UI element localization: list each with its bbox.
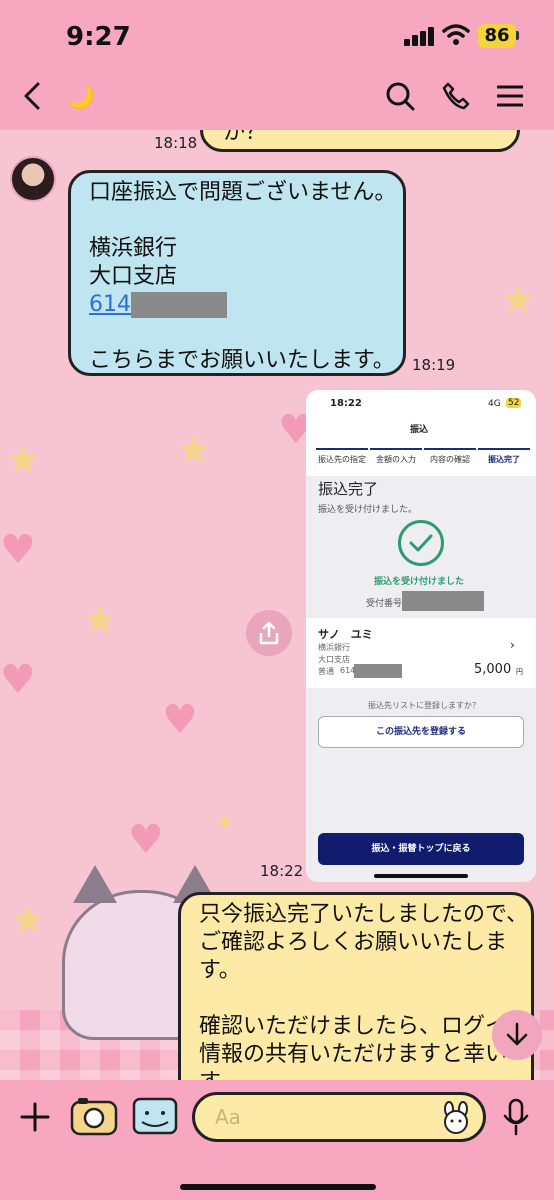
redaction — [354, 664, 402, 678]
search-button[interactable] — [382, 78, 418, 114]
heart-decoration: ♥ — [162, 697, 198, 743]
wifi-icon — [442, 24, 470, 45]
scroll-down-button[interactable] — [492, 1010, 542, 1060]
search-icon — [386, 82, 415, 111]
input-placeholder: Aa — [215, 1105, 241, 1129]
screenshot-home-indicator — [374, 874, 468, 878]
status-time: 9:27 — [66, 22, 131, 52]
sent-message-partial[interactable]: か？ — [200, 130, 520, 152]
input-bar: Aa — [0, 1080, 554, 1200]
received-message[interactable]: 口座振込で問題ございません。 横浜銀行 大口支店 614 こちらまでお願いいたし… — [68, 170, 406, 376]
amount-currency: 円 — [516, 668, 523, 676]
screenshot-subheading: 振込を受け付けました。 — [318, 505, 418, 515]
payee-bank: 横浜銀行 — [318, 643, 350, 652]
back-to-top-button: 振込・振替トップに戻る — [318, 833, 524, 865]
contact-name[interactable]: 🌙 — [62, 78, 98, 114]
call-button[interactable] — [438, 78, 474, 114]
message-line: こちらまでお願いいたします。 — [89, 348, 395, 373]
battery-tip — [516, 31, 519, 40]
message-line: す。 — [199, 958, 241, 983]
message-time: 18:22 — [260, 862, 304, 880]
check-icon — [409, 534, 433, 552]
redaction — [402, 591, 484, 611]
sent-message[interactable]: 只今振込完了いたしましたので、 ご確認よろしくお願いいたしま す。 確認いただけ… — [178, 892, 534, 1080]
message-line: ご確認よろしくお願いいたしま — [199, 930, 508, 955]
back-icon — [24, 82, 40, 110]
register-payee-button: この振込先を登録する — [318, 716, 524, 748]
image-icon[interactable] — [132, 1096, 178, 1136]
payee-account-type: 普通 — [318, 667, 334, 676]
payee-name: サノ ユミ — [318, 628, 373, 641]
payee-card: サノ ユミ 横浜銀行 大口支店 普通 614 › 5,000 円 — [306, 618, 536, 688]
message-line: 口座振込で問題ございません。 — [89, 180, 397, 205]
menu-icon — [497, 85, 523, 107]
screenshot-tab-active: 振込完了 — [478, 448, 530, 470]
avatar[interactable] — [10, 156, 56, 202]
account-number-row: 614 — [89, 291, 385, 319]
screenshot-tab: 振込先の指定 — [316, 448, 368, 470]
star-decoration: ★ — [500, 277, 536, 323]
sticker-icon[interactable] — [439, 1101, 473, 1135]
redaction — [131, 292, 227, 318]
chat-area[interactable]: ★ ★ ★ ♥ ♥ ♥ ♥ ♥ ★ ★ ✦ ✦ か？ 18:18 口座振込で問題… — [0, 130, 554, 1080]
screenshot-heading: 振込完了 — [318, 480, 379, 498]
heart-decoration: ♥ — [0, 657, 36, 703]
star-decoration: ★ — [82, 597, 118, 643]
receipt-label: 受付番号 — [366, 599, 403, 609]
success-circle — [398, 520, 444, 566]
message-line: 大口支店 — [89, 264, 178, 289]
message-time: 18:18 — [154, 134, 198, 152]
top-bar: 9:27 86 🌙 — [0, 0, 554, 130]
screenshot-network: 4G — [488, 399, 501, 409]
accepted-text: 振込を受け付けました — [374, 577, 465, 587]
star-decoration: ★ — [10, 897, 46, 943]
message-line — [89, 319, 385, 347]
message-line — [89, 207, 385, 235]
signal-icon — [404, 26, 436, 46]
mic-icon[interactable] — [502, 1098, 530, 1136]
screenshot-tab: 内容の確認 — [424, 448, 476, 470]
message-time: 18:19 — [412, 356, 456, 374]
camera-icon[interactable] — [70, 1096, 118, 1136]
message-line: 確認いただけましたら、ログイ — [199, 1014, 508, 1039]
plus-icon[interactable] — [20, 1102, 50, 1132]
home-indicator[interactable] — [180, 1184, 376, 1190]
message-line: 只今振込完了いたしましたので、 — [199, 902, 529, 927]
star-decoration: ★ — [176, 427, 212, 473]
register-prompt: 振込先リストに登録しますか？ — [368, 701, 480, 710]
screenshot-title: 振込 — [410, 425, 429, 435]
sparkle-decoration: ✦ — [214, 808, 236, 838]
star-decoration: ★ — [5, 437, 41, 483]
screenshot-battery: 52 — [506, 398, 522, 408]
message-line — [199, 985, 513, 1013]
transfer-amount: 5,000 — [474, 662, 512, 677]
share-icon — [259, 621, 279, 645]
chevron-right-icon: › — [510, 638, 515, 652]
screenshot-time: 18:22 — [330, 398, 362, 409]
phone-icon — [442, 82, 470, 110]
message-line: 情報の共有いただけますと幸い — [199, 1042, 508, 1067]
shared-screenshot[interactable]: 18:22 4G 52 振込 振込先の指定 金額の入力 内容の確認 振込完了 振… — [306, 390, 536, 882]
payee-account-prefix: 614 — [340, 666, 356, 675]
heart-decoration: ♥ — [128, 817, 164, 863]
menu-button[interactable] — [492, 78, 528, 114]
account-number-link[interactable]: 614 — [89, 292, 131, 317]
screenshot-tab: 金額の入力 — [370, 448, 422, 470]
arrow-down-icon — [506, 1022, 528, 1046]
back-button[interactable] — [14, 78, 50, 114]
heart-decoration: ♥ — [0, 527, 36, 573]
message-line: す — [199, 1069, 513, 1080]
cat-ear — [73, 865, 117, 903]
message-input[interactable]: Aa — [192, 1092, 486, 1142]
battery-indicator: 86 — [478, 24, 516, 48]
share-button[interactable] — [246, 610, 292, 656]
message-text: か？ — [223, 130, 268, 145]
message-line: 横浜銀行 — [89, 236, 178, 261]
payee-branch: 大口支店 — [318, 655, 350, 664]
